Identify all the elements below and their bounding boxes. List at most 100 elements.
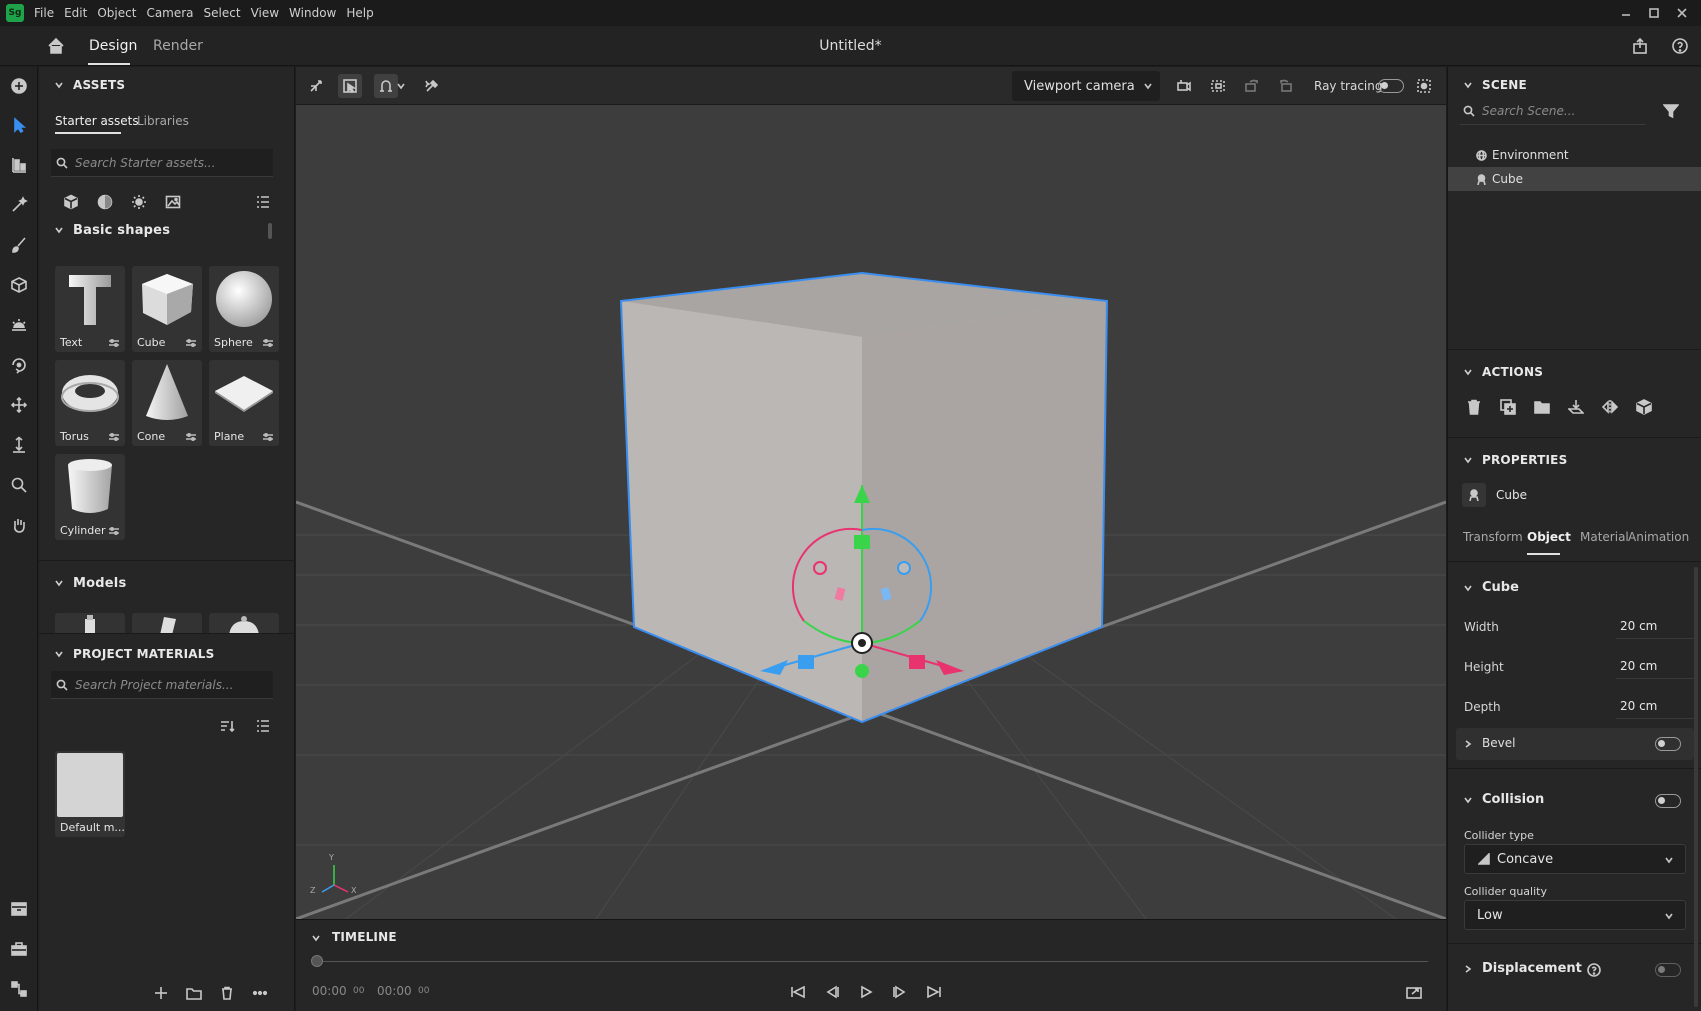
chevron-down-icon[interactable]: [1462, 794, 1474, 806]
orbit-tool-icon[interactable]: [7, 353, 31, 377]
collider-quality-select[interactable]: Low: [1464, 900, 1686, 930]
properties-scrollbar[interactable]: [1694, 567, 1698, 1007]
lighting-tool-icon[interactable]: [7, 313, 31, 337]
step-forward-icon[interactable]: [890, 982, 910, 1002]
add-icon[interactable]: [7, 74, 31, 98]
chevron-down-icon[interactable]: [1462, 582, 1474, 594]
height-input[interactable]: 20 cm: [1616, 653, 1694, 679]
auto-place-icon[interactable]: [420, 74, 444, 98]
menu-window[interactable]: Window: [289, 6, 336, 20]
camera-undo-icon[interactable]: [1240, 74, 1264, 98]
minimize-icon[interactable]: [1618, 5, 1634, 21]
add-icon[interactable]: [151, 983, 171, 1003]
chevron-down-icon[interactable]: [53, 224, 65, 236]
share-icon[interactable]: [1630, 36, 1650, 56]
chevron-down-icon[interactable]: [1462, 454, 1474, 466]
skip-start-icon[interactable]: [788, 982, 808, 1002]
step-back-icon[interactable]: [822, 982, 842, 1002]
options-icon[interactable]: [261, 338, 275, 348]
collider-type-select[interactable]: Concave: [1464, 844, 1686, 874]
render-settings-icon[interactable]: [1412, 74, 1436, 98]
asset-tile-cylinder[interactable]: Cylinder: [55, 454, 125, 540]
sort-icon[interactable]: [217, 716, 237, 736]
select-tool-icon[interactable]: [7, 113, 31, 137]
chevron-down-icon[interactable]: [53, 79, 65, 91]
group-folder-icon[interactable]: [1532, 397, 1552, 417]
viewport[interactable]: Y Z X Viewport camera Ray tracing: [296, 67, 1446, 919]
brush-tool-icon[interactable]: [7, 233, 31, 257]
list-view-icon[interactable]: [253, 716, 273, 736]
align-tool-icon[interactable]: [7, 153, 31, 177]
more-icon[interactable]: [250, 983, 270, 1003]
model-tile[interactable]: [132, 613, 202, 633]
scene-search[interactable]: Search Scene...: [1460, 97, 1646, 125]
export-icon[interactable]: [1404, 982, 1424, 1002]
drop-to-ground-icon[interactable]: [1566, 397, 1586, 417]
bevel-row[interactable]: Bevel: [1456, 728, 1694, 760]
mirror-icon[interactable]: [1600, 397, 1620, 417]
asset-tile-text[interactable]: Text: [55, 266, 125, 352]
node-graph-icon[interactable]: [7, 977, 31, 1001]
tab-libraries[interactable]: Libraries: [137, 114, 189, 128]
archive-icon[interactable]: [7, 897, 31, 921]
timeline-playhead[interactable]: [311, 955, 323, 967]
menu-view[interactable]: View: [251, 6, 279, 20]
materials-search[interactable]: Search Project materials...: [51, 671, 273, 699]
material-tile[interactable]: Default m...: [55, 751, 125, 837]
menu-edit[interactable]: Edit: [64, 6, 87, 20]
cube-tool-icon[interactable]: [7, 273, 31, 297]
collision-toggle[interactable]: [1655, 794, 1681, 808]
ray-tracing-toggle[interactable]: [1378, 79, 1404, 93]
menu-camera[interactable]: Camera: [146, 6, 193, 20]
options-icon[interactable]: [107, 432, 121, 442]
options-icon[interactable]: [261, 432, 275, 442]
list-view-icon[interactable]: [253, 192, 273, 212]
chevron-down-icon[interactable]: [1462, 79, 1474, 91]
scene-item-environment[interactable]: Environment: [1448, 143, 1701, 167]
chevron-down-icon[interactable]: [1462, 366, 1474, 378]
timeline-track[interactable]: [316, 961, 1428, 962]
camera-view-icon[interactable]: [1206, 74, 1230, 98]
zoom-icon[interactable]: [7, 473, 31, 497]
asset-tile-sphere[interactable]: Sphere: [209, 266, 279, 352]
folder-icon[interactable]: [184, 983, 204, 1003]
bevel-toggle[interactable]: [1655, 737, 1681, 751]
transform-icon[interactable]: [304, 74, 328, 98]
convert-icon[interactable]: [1634, 397, 1654, 417]
tab-render[interactable]: Render: [153, 38, 203, 54]
frame-select-icon[interactable]: [338, 74, 362, 98]
camera-select[interactable]: Viewport camera: [1012, 71, 1160, 101]
model-tile[interactable]: [55, 613, 125, 633]
close-icon[interactable]: [1674, 5, 1690, 21]
filter-lights-icon[interactable]: [129, 192, 149, 212]
asset-tile-plane[interactable]: Plane: [209, 360, 279, 446]
scene-item-cube[interactable]: Cube: [1448, 167, 1701, 191]
tab-starter-assets[interactable]: Starter assets: [55, 114, 139, 128]
asset-tile-cone[interactable]: Cone: [132, 360, 202, 446]
pan-tool-icon[interactable]: [7, 393, 31, 417]
options-icon[interactable]: [107, 526, 121, 536]
help-icon[interactable]: [1670, 36, 1690, 56]
home-icon[interactable]: [46, 36, 66, 56]
trash-icon[interactable]: [217, 983, 237, 1003]
chevron-down-icon[interactable]: [310, 932, 322, 944]
camera-bookmark-icon[interactable]: [1172, 74, 1196, 98]
trash-icon[interactable]: [1464, 397, 1484, 417]
assets-scrollbar[interactable]: [268, 223, 272, 239]
options-icon[interactable]: [184, 338, 198, 348]
hand-tool-icon[interactable]: [7, 513, 31, 537]
tab-transform[interactable]: Transform: [1463, 530, 1523, 544]
assets-search[interactable]: Search Starter assets...: [51, 149, 273, 177]
asset-tile-torus[interactable]: Torus: [55, 360, 125, 446]
displacement-toggle[interactable]: [1655, 963, 1681, 977]
options-icon[interactable]: [107, 338, 121, 348]
scene-search-input[interactable]: Search Scene...: [1482, 104, 1575, 118]
tab-design[interactable]: Design: [89, 38, 137, 54]
width-input[interactable]: 20 cm: [1616, 613, 1694, 639]
menu-file[interactable]: File: [34, 6, 54, 20]
chevron-right-icon[interactable]: [1462, 963, 1474, 975]
filter-icon[interactable]: [1662, 102, 1680, 120]
menu-help[interactable]: Help: [346, 6, 373, 20]
tab-animation[interactable]: Animation: [1628, 530, 1689, 544]
chevron-down-icon[interactable]: [53, 648, 65, 660]
